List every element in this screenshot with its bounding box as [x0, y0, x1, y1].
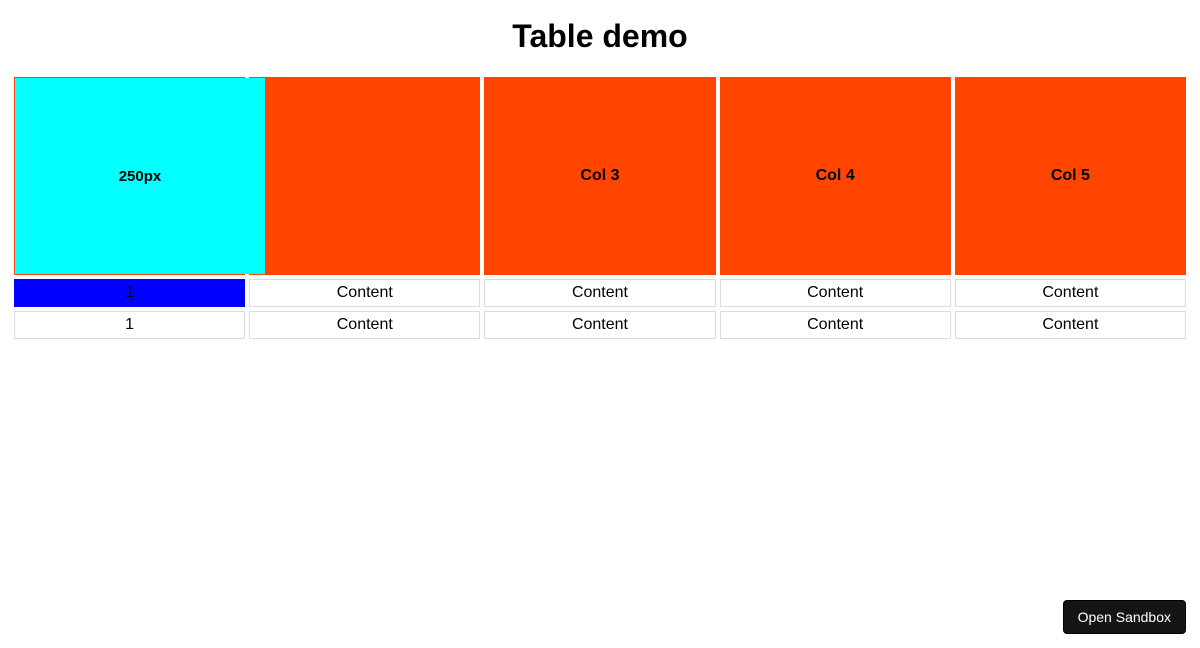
header-col-3: Col 3	[484, 77, 715, 275]
cell-r2-c5: Content	[955, 311, 1186, 339]
header-col-4-label: Col 4	[816, 167, 855, 184]
header-col-4: Col 4	[720, 77, 951, 275]
header-col-2	[249, 77, 480, 275]
page-title: Table demo	[0, 18, 1200, 55]
cell-r1-c3: Content	[484, 279, 715, 307]
cell-r1-c1: 1	[14, 279, 245, 307]
header-col-5: Col 5	[955, 77, 1186, 275]
table-header-row: 250px Col 3 Col 4 Col 5	[14, 77, 1186, 275]
table-row: 1 Content Content Content Content	[14, 279, 1186, 307]
cell-r1-c5: Content	[955, 279, 1186, 307]
cell-r2-c3: Content	[484, 311, 715, 339]
cell-r1-c2: Content	[249, 279, 480, 307]
cell-r2-c2: Content	[249, 311, 480, 339]
demo-table: 250px Col 3 Col 4 Col 5 1 C	[10, 73, 1190, 343]
cell-r1-c4: Content	[720, 279, 951, 307]
cell-r2-c1: 1	[14, 311, 245, 339]
header-col-1-inner: 250px	[15, 78, 265, 274]
table-container: 250px Col 3 Col 4 Col 5 1 C	[0, 73, 1200, 343]
open-sandbox-button[interactable]: Open Sandbox	[1063, 600, 1186, 634]
header-col-1: 250px	[14, 77, 245, 275]
header-col-1-label: 250px	[119, 168, 162, 185]
table-row: 1 Content Content Content Content	[14, 311, 1186, 339]
cell-r2-c4: Content	[720, 311, 951, 339]
header-col-3-label: Col 3	[580, 167, 619, 184]
header-col-5-label: Col 5	[1051, 167, 1090, 184]
